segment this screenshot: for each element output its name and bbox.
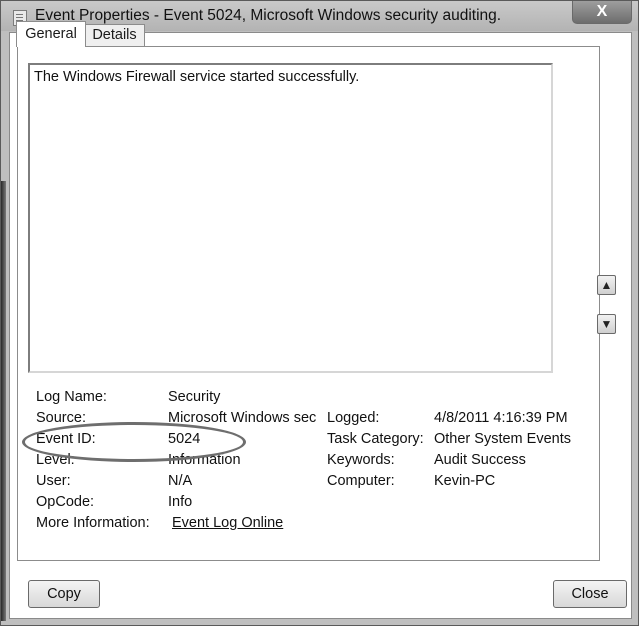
more-information-label: More Information: [36, 515, 150, 531]
previous-event-button[interactable]: ▲ [597, 275, 616, 295]
log-name-value[interactable]: Security [168, 389, 220, 405]
close-button[interactable]: Close [553, 580, 627, 608]
event-log-online-link[interactable]: Event Log Online [172, 515, 283, 531]
copy-button[interactable]: Copy [28, 580, 100, 608]
event-description-box[interactable]: The Windows Firewall service started suc… [28, 63, 553, 373]
next-event-button[interactable]: ▼ [597, 314, 616, 334]
computer-label: Computer: [327, 473, 395, 489]
keywords-value[interactable]: Audit Success [434, 452, 526, 468]
event-description-text: The Windows Firewall service started suc… [34, 69, 360, 85]
opcode-value[interactable]: Info [168, 494, 192, 510]
close-window-button[interactable]: X [572, 1, 632, 24]
user-label: User: [36, 473, 71, 489]
task-category-label: Task Category: [327, 431, 424, 447]
task-category-value[interactable]: Other System Events [434, 431, 571, 447]
tab-general[interactable]: General [16, 21, 86, 47]
keywords-label: Keywords: [327, 452, 395, 468]
window-shadow [1, 181, 6, 621]
window-title: Event Properties - Event 5024, Microsoft… [35, 7, 502, 24]
user-value[interactable]: N/A [168, 473, 192, 489]
opcode-label: OpCode: [36, 494, 95, 510]
logged-value[interactable]: 4/8/2011 4:16:39 PM [434, 410, 568, 426]
event-id-highlight-ellipse [22, 422, 246, 462]
log-name-label: Log Name: [36, 389, 107, 405]
tab-details[interactable]: Details [84, 24, 145, 46]
logged-label: Logged: [327, 410, 380, 426]
computer-value[interactable]: Kevin-PC [434, 473, 495, 489]
source-value[interactable]: Microsoft Windows sec [168, 410, 318, 426]
